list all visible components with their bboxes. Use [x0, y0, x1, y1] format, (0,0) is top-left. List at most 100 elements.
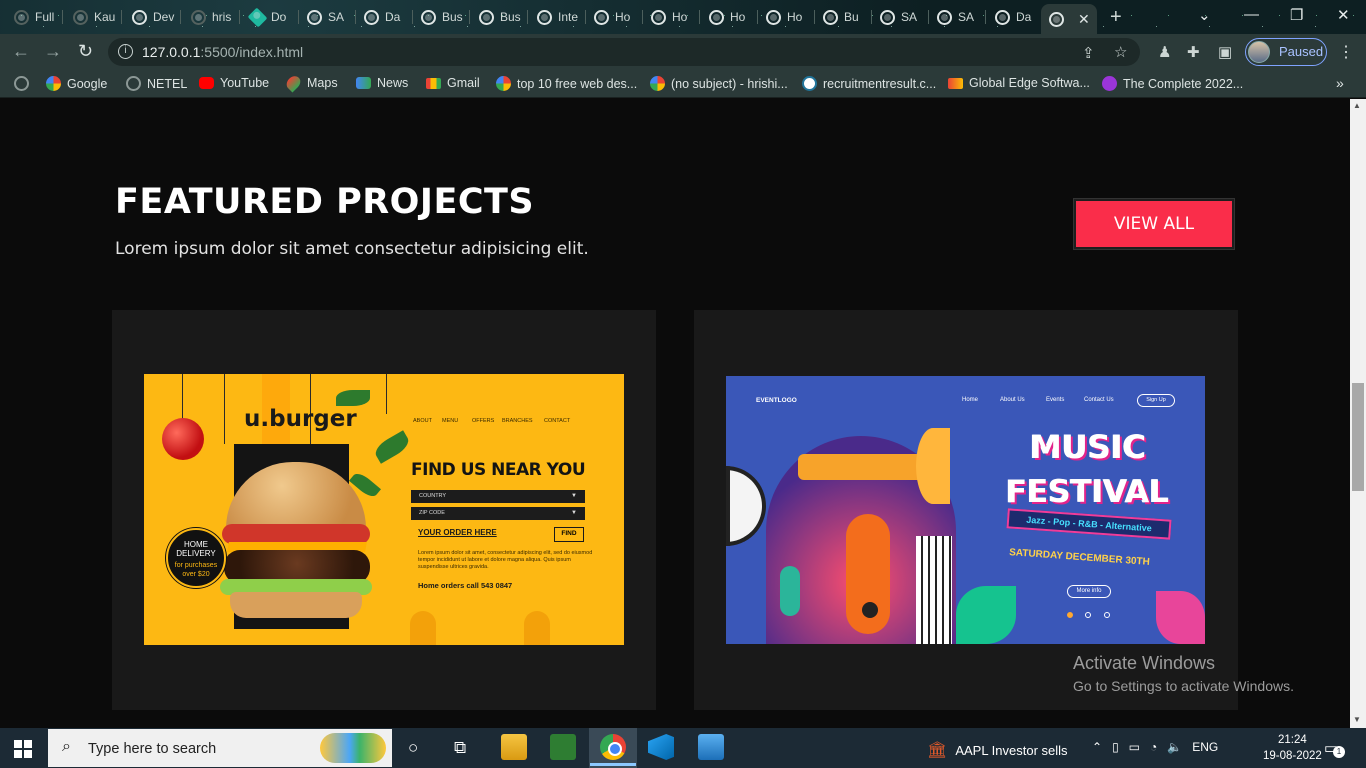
- tab-label: Dev: [153, 10, 175, 24]
- globe-icon: [766, 9, 781, 25]
- url-text[interactable]: 127.0.0.1:5500/index.html: [142, 44, 303, 60]
- activate-windows-title: Activate Windows: [1073, 653, 1216, 673]
- extension-icon[interactable]: ♟: [1158, 43, 1171, 61]
- delivery-badge-sub: for purchases over $20: [174, 562, 218, 578]
- battery-icon[interactable]: ▭: [1129, 740, 1140, 754]
- bookmarks-bar: Google NETEL YouTube Maps News Gmail top 10 fr…: [0, 70, 1366, 98]
- tab-1[interactable]: Full: [6, 4, 60, 30]
- bookmark-label: recruitmentresult.c...: [823, 76, 937, 91]
- bookmark-item[interactable]: top 10 free web des...: [496, 76, 637, 91]
- notification-center-icon[interactable]: ▭ 1: [1324, 739, 1345, 758]
- tab-separator: [121, 10, 122, 24]
- vscode-icon[interactable]: [648, 734, 674, 760]
- music-logo: EVENTLOGO: [756, 397, 797, 404]
- side-panel-icon[interactable]: ▣: [1218, 43, 1232, 61]
- close-window-icon[interactable]: ✕: [1337, 6, 1350, 24]
- bookmark-item[interactable]: recruitmentresult.c...: [802, 76, 936, 91]
- search-highlight-image[interactable]: [320, 733, 386, 763]
- tab-8[interactable]: Bus: [413, 4, 467, 30]
- tab-16[interactable]: SA: [872, 4, 926, 30]
- tab-15[interactable]: Bu: [815, 4, 869, 30]
- project-card-burger[interactable]: u.burger HOME DELIVERY for purchases ove…: [112, 310, 656, 710]
- project-card-music[interactable]: EVENTLOGO Home About Us Events Contact U…: [694, 310, 1238, 710]
- chrome-taskbar-slot[interactable]: [589, 728, 637, 768]
- tab-9[interactable]: Bus: [471, 4, 525, 30]
- chrome-icon[interactable]: [590, 734, 636, 766]
- apps-icon[interactable]: [14, 76, 29, 91]
- globe-icon: [479, 9, 494, 25]
- tab-label: Ho: [730, 10, 746, 24]
- scroll-down-icon[interactable]: ▼: [1353, 715, 1361, 724]
- language-indicator[interactable]: ENG: [1192, 740, 1218, 754]
- tab-14[interactable]: Ho: [758, 4, 812, 30]
- address-bar[interactable]: i 127.0.0.1:5500/index.html ⇪ ☆: [108, 38, 1140, 66]
- bookmark-item[interactable]: Maps: [283, 73, 338, 93]
- stock-widget[interactable]: 🏛 AAPL Investor sells: [927, 740, 1068, 760]
- activate-windows-watermark: Activate Windows Go to Settings to activ…: [1073, 653, 1294, 694]
- bookmark-item[interactable]: The Complete 2022...: [1102, 76, 1243, 91]
- windows-start-icon[interactable]: [14, 740, 32, 758]
- burger-project-thumbnail[interactable]: u.burger HOME DELIVERY for purchases ove…: [144, 374, 624, 645]
- wifi-icon[interactable]: ◔: [1150, 740, 1157, 754]
- share-icon[interactable]: ⇪: [1082, 44, 1095, 62]
- tab-13[interactable]: Ho: [701, 4, 755, 30]
- tab-separator: [62, 10, 63, 24]
- notepad-plus-icon[interactable]: [550, 734, 576, 760]
- search-placeholder: Type here to search: [88, 741, 217, 757]
- photos-icon[interactable]: [698, 734, 724, 760]
- back-icon[interactable]: ←: [12, 41, 30, 62]
- bookmark-item[interactable]: NETEL: [126, 76, 187, 91]
- page-scrollbar[interactable]: ▲ ▼: [1350, 99, 1366, 728]
- site-info-icon[interactable]: i: [118, 44, 133, 59]
- file-explorer-icon[interactable]: [501, 734, 527, 760]
- globe-icon: [594, 9, 609, 25]
- tab-7[interactable]: Da: [356, 4, 410, 30]
- minimize-icon[interactable]: —: [1244, 6, 1259, 23]
- tab-18[interactable]: Da: [987, 4, 1041, 30]
- tab-12[interactable]: Ho: [643, 4, 697, 30]
- task-view-icon[interactable]: ⧉: [454, 738, 466, 758]
- tab-4[interactable]: hris: [183, 4, 237, 30]
- reload-icon[interactable]: ↻: [78, 41, 93, 62]
- close-tab-icon[interactable]: ✕: [1078, 11, 1090, 28]
- tab-3[interactable]: Dev: [124, 4, 178, 30]
- bookmark-star-icon[interactable]: ☆: [1114, 43, 1127, 61]
- tab-10[interactable]: Inte: [529, 4, 583, 30]
- music-date: SATURDAY DECEMBER 30TH: [1008, 547, 1151, 568]
- bookmark-item[interactable]: Gmail: [426, 76, 480, 90]
- basil-leaf-image: [336, 390, 370, 406]
- cortana-icon[interactable]: ○: [408, 738, 418, 758]
- bookmark-item[interactable]: (no subject) - hrishi...: [650, 76, 788, 91]
- bookmark-item[interactable]: News: [356, 76, 408, 90]
- music-project-thumbnail[interactable]: EVENTLOGO Home About Us Events Contact U…: [726, 376, 1205, 644]
- music-title-line1: MUSIC: [1030, 428, 1147, 466]
- scrollbar-thumb[interactable]: [1352, 383, 1364, 491]
- tab-active[interactable]: ✕: [1041, 4, 1097, 34]
- view-all-button[interactable]: VIEW ALL: [1074, 199, 1234, 249]
- menu-icon[interactable]: ⋮: [1338, 42, 1354, 62]
- chevron-up-icon[interactable]: ⌃: [1092, 740, 1102, 754]
- tab-17[interactable]: SA: [929, 4, 983, 30]
- extensions-puzzle-icon[interactable]: ✚: [1187, 43, 1200, 61]
- music-genres: Jazz - Pop - R&B - Alternative: [1006, 508, 1172, 540]
- volume-icon[interactable]: 🔈: [1167, 740, 1182, 754]
- more-bookmarks-icon[interactable]: »: [1336, 75, 1344, 91]
- taskbar-search-box[interactable]: ⌕ Type here to search: [48, 729, 392, 767]
- bookmark-item[interactable]: YouTube: [199, 76, 269, 90]
- tab-11[interactable]: Ho: [586, 4, 640, 30]
- new-tab-button[interactable]: +: [1110, 6, 1122, 29]
- tab-2[interactable]: Kau: [65, 4, 119, 30]
- clock[interactable]: 21:24 19-08-2022: [1263, 732, 1322, 764]
- tab-6[interactable]: SA: [299, 4, 353, 30]
- device-icon[interactable]: ▯: [1112, 740, 1119, 754]
- bookmark-label: Maps: [307, 76, 338, 90]
- bookmark-item[interactable]: Global Edge Softwa...: [948, 76, 1090, 90]
- restore-icon[interactable]: ❐: [1290, 6, 1303, 24]
- section-title: FEATURED PROJECTS: [115, 182, 535, 222]
- tab-search-icon[interactable]: ⌄: [1198, 6, 1211, 24]
- bookmark-item[interactable]: Google: [46, 76, 107, 91]
- scroll-up-icon[interactable]: ▲: [1353, 101, 1361, 110]
- tab-5[interactable]: Do: [242, 4, 296, 30]
- forward-icon[interactable]: →: [44, 41, 62, 62]
- microphone-image: [780, 566, 800, 616]
